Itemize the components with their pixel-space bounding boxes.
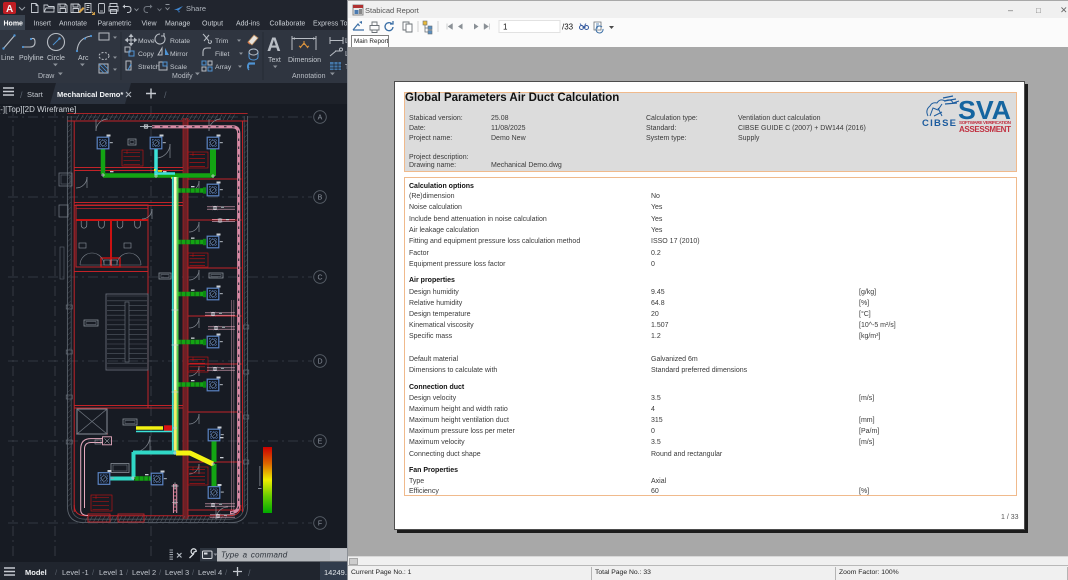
svg-text:Level 4: Level 4 [198, 568, 222, 577]
svg-text:Model: Model [25, 568, 47, 577]
svg-text:1: 1 [503, 23, 508, 32]
svg-text:Mechanical Demo*: Mechanical Demo* [57, 90, 123, 99]
svg-text:Stretch: Stretch [138, 64, 160, 71]
svg-text:Draw: Draw [38, 73, 55, 80]
svg-text:Collaborate: Collaborate [270, 21, 306, 28]
svg-text:Circle: Circle [47, 55, 65, 62]
svg-text:Dimension: Dimension [288, 57, 321, 64]
svg-text:Type a command: Type a command [221, 551, 288, 560]
svg-text:Level 1: Level 1 [99, 568, 123, 577]
svg-text:Home: Home [4, 21, 24, 28]
svg-text:Rotate: Rotate [170, 38, 190, 45]
svg-text:View: View [142, 21, 158, 28]
svg-text:A: A [267, 35, 281, 56]
svg-text:Polyline: Polyline [19, 55, 44, 62]
svg-text:B: B [318, 195, 323, 202]
svg-text:ASSESSMENT: ASSESSMENT [959, 125, 1011, 134]
svg-text:Level 2: Level 2 [132, 568, 156, 577]
svg-text:Parametric: Parametric [98, 21, 132, 28]
svg-text:Output: Output [202, 21, 223, 28]
svg-text:Add-ins: Add-ins [236, 21, 260, 28]
svg-text:Insert: Insert [34, 21, 52, 28]
svg-text:CIBSE: CIBSE [922, 118, 956, 129]
svg-text:Line: Line [1, 55, 14, 62]
svg-text:/33: /33 [562, 23, 574, 32]
svg-text:Trim: Trim [215, 38, 229, 45]
svg-text:Share: Share [186, 4, 206, 13]
svg-text:A: A [318, 115, 323, 122]
svg-text:Arc: Arc [78, 55, 89, 62]
svg-text:Annotation: Annotation [292, 73, 326, 80]
svg-text:D: D [317, 359, 322, 366]
svg-text:Level -1: Level -1 [62, 568, 89, 577]
svg-text:Move: Move [138, 38, 155, 45]
svg-text:Annotate: Annotate [59, 21, 87, 28]
svg-text:E: E [318, 439, 323, 446]
svg-text:Fillet: Fillet [215, 51, 229, 58]
svg-text:Mirror: Mirror [170, 51, 188, 58]
svg-text:Express Tools: Express Tools [313, 21, 348, 28]
svg-text:Start: Start [27, 90, 44, 99]
svg-text:C: C [317, 275, 322, 282]
svg-text:Manage: Manage [165, 21, 190, 28]
svg-text:Scale: Scale [170, 64, 187, 71]
svg-text:Array: Array [215, 64, 232, 71]
svg-text:Modify: Modify [172, 73, 193, 80]
svg-text:[-][Top][2D Wireframe]: [-][Top][2D Wireframe] [0, 105, 76, 114]
svg-text:14249.: 14249. [324, 568, 347, 577]
svg-text:Level 3: Level 3 [165, 568, 189, 577]
svg-text:Copy: Copy [138, 51, 154, 58]
svg-text:F: F [318, 521, 322, 528]
svg-text:Text: Text [268, 57, 281, 64]
svg-text:A: A [6, 4, 13, 15]
